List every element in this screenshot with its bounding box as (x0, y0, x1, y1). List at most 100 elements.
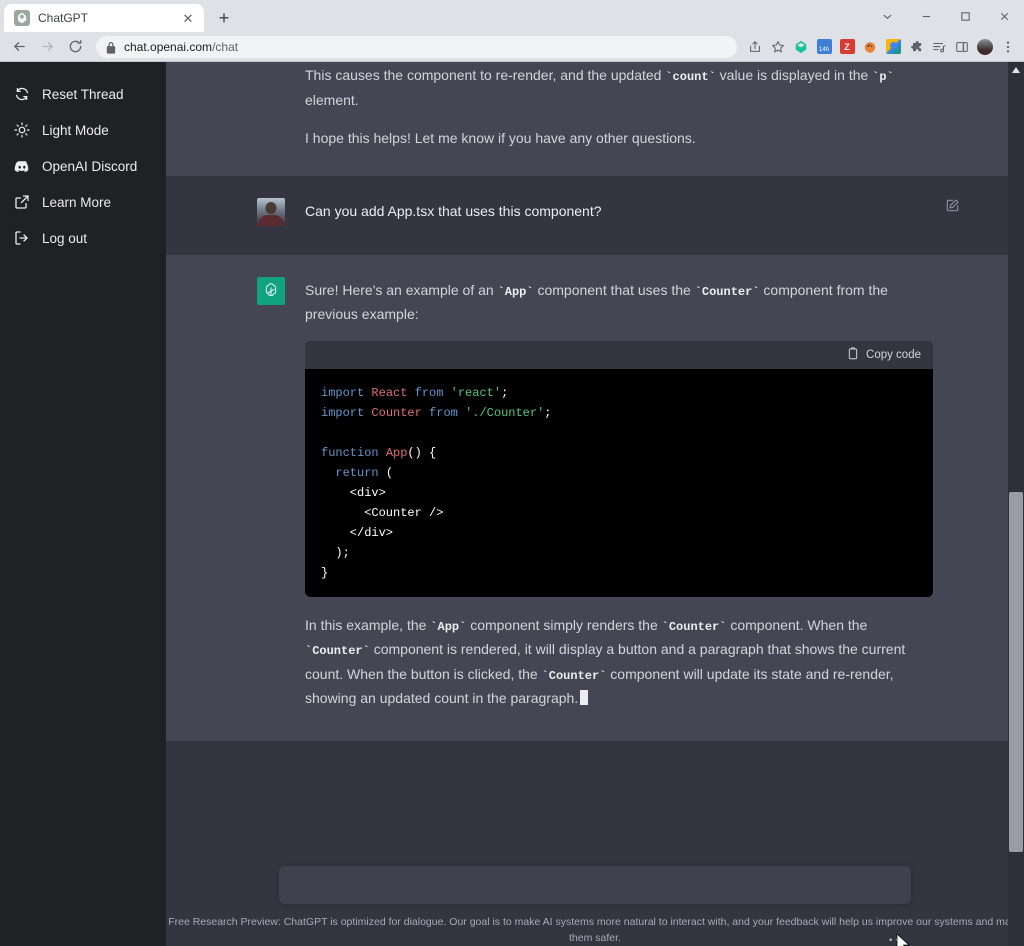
message-paragraph: In this example, the `App` component sim… (305, 613, 933, 711)
browser-tab[interactable]: ChatGPT ✕ (4, 4, 204, 32)
new-tab-button[interactable]: + (210, 4, 238, 32)
back-arrow-icon[interactable] (6, 34, 32, 60)
inline-code-text: Counter (669, 620, 719, 634)
text-run: component that uses the (534, 282, 695, 298)
lock-icon (106, 41, 116, 52)
message-body: Can you add App.tsx that uses this compo… (305, 198, 933, 227)
sidebar-item-log-out[interactable]: Log out (0, 220, 166, 256)
omnibox-host: chat.openai.com (124, 40, 212, 54)
bookmark-star-icon[interactable] (768, 37, 788, 57)
forward-arrow-icon[interactable] (34, 34, 60, 60)
inline-code: `p` (872, 70, 894, 84)
omnibox-path: /chat (212, 40, 238, 54)
inline-code: `App` (498, 285, 534, 299)
sidebar-item-label: Log out (42, 231, 87, 246)
message-paragraph: Sure! Here's an example of an `App` comp… (305, 278, 933, 327)
close-icon[interactable]: ✕ (180, 10, 196, 26)
inline-code-text: Counter (312, 644, 362, 658)
sun-icon (14, 122, 30, 138)
sidebar-item-reset-thread[interactable]: Reset Thread (0, 76, 166, 112)
side-panel-icon[interactable] (952, 37, 972, 57)
maximize-icon[interactable] (946, 0, 985, 32)
text-run: This causes the component to re-render, … (305, 67, 665, 83)
avatar (257, 198, 285, 226)
zotero-icon[interactable]: Z (837, 37, 857, 57)
share-icon[interactable] (745, 37, 765, 57)
message-assistant: Sure! Here's an example of an `App` comp… (166, 255, 1024, 741)
inline-code: `Counter` (662, 620, 727, 634)
sidebar-item-label: Learn More (42, 195, 111, 210)
clipboard-icon (847, 347, 859, 363)
chrome-menu-icon[interactable] (998, 37, 1018, 57)
inline-code-text: p (879, 70, 886, 84)
composer-caret-hint: •• (888, 936, 901, 946)
sidebar-item-label: Reset Thread (42, 87, 124, 102)
extensions-puzzle-icon[interactable] (906, 37, 926, 57)
browser-tab-strip: ChatGPT ✕ + (0, 0, 1024, 32)
inline-code-text: count (673, 70, 709, 84)
inline-code-text: Counter (702, 285, 752, 299)
browser-toolbar: chat.openai.com/chat 14h Z (0, 32, 1024, 62)
inline-code: `count` (665, 70, 715, 84)
openai-logo-icon (14, 10, 30, 26)
message-user: Can you add App.tsx that uses this compo… (166, 176, 1024, 255)
message-body: Sure! Here's an example of an `App` comp… (305, 277, 933, 715)
reading-list-icon[interactable] (929, 37, 949, 57)
text-run: In this example, the (305, 617, 430, 633)
message-assistant: This causes the component to re-render, … (166, 62, 1024, 176)
composer-zone: Free Research Preview: ChatGPT is optimi… (166, 848, 1024, 946)
inline-code: `Counter` (305, 644, 370, 658)
reload-icon[interactable] (62, 34, 88, 60)
logout-icon (14, 230, 30, 246)
copy-code-label: Copy code (866, 349, 921, 361)
chevron-down-icon[interactable] (868, 0, 907, 32)
edit-pencil-icon[interactable] (945, 198, 963, 216)
text-run: component simply renders the (466, 617, 661, 633)
message-body: This causes the component to re-render, … (305, 62, 933, 154)
avatar (257, 277, 285, 305)
scroll-up-arrow-icon[interactable] (1008, 62, 1024, 78)
sidebar-item-label: OpenAI Discord (42, 159, 137, 174)
inline-code-text: App (505, 285, 527, 299)
text-run: component. When the (726, 617, 867, 633)
extension-icons: 14h Z (745, 37, 1018, 57)
scrollbar[interactable] (1008, 62, 1024, 946)
discord-icon (14, 158, 30, 174)
omnibox[interactable]: chat.openai.com/chat (96, 36, 737, 58)
message-list: This causes the component to re-render, … (166, 62, 1024, 848)
code-block: Copy code import React from 'react'; imp… (305, 341, 933, 597)
grammarly-icon[interactable] (791, 37, 811, 57)
sidebar-item-learn-more[interactable]: Learn More (0, 184, 166, 220)
copy-code-button[interactable]: Copy code (847, 347, 921, 363)
message-input[interactable] (279, 866, 911, 904)
text-run: element. (305, 92, 359, 108)
chat-column: This causes the component to re-render, … (166, 62, 1024, 946)
omnibox-url: chat.openai.com/chat (124, 40, 238, 54)
photos-icon[interactable] (883, 37, 903, 57)
scrollbar-thumb[interactable] (1009, 492, 1023, 852)
text-run: value is displayed in the (716, 67, 872, 83)
minimize-icon[interactable] (907, 0, 946, 32)
sidebar-item-openai-discord[interactable]: OpenAI Discord (0, 148, 166, 184)
text-run: Sure! Here's an example of an (305, 282, 498, 298)
window-controls (868, 0, 1024, 32)
sidebar-item-label: Light Mode (42, 123, 109, 138)
inline-code-text: Counter (549, 669, 599, 683)
timer-14h-icon[interactable]: 14h (814, 37, 834, 57)
inline-code: `Counter` (695, 285, 760, 299)
code-block-body: import React from 'react'; import Counte… (305, 369, 933, 597)
message-paragraph: This causes the component to re-render, … (305, 63, 933, 112)
reset-icon (14, 86, 30, 102)
profile-avatar-icon[interactable] (975, 37, 995, 57)
firefox-icon[interactable] (860, 37, 880, 57)
sidebar-item-light-mode[interactable]: Light Mode (0, 112, 166, 148)
inline-code: `App` (430, 620, 466, 634)
inline-code: `Counter` (542, 669, 607, 683)
sidebar: Reset Thread Light Mode OpenAI Discord L… (0, 62, 166, 946)
external-link-icon (14, 194, 30, 210)
inline-code-text: App (438, 620, 460, 634)
code-block-header: Copy code (305, 341, 933, 369)
tab-title: ChatGPT (38, 11, 172, 25)
chatgpt-app: Reset Thread Light Mode OpenAI Discord L… (0, 62, 1024, 946)
close-icon[interactable] (985, 0, 1024, 32)
